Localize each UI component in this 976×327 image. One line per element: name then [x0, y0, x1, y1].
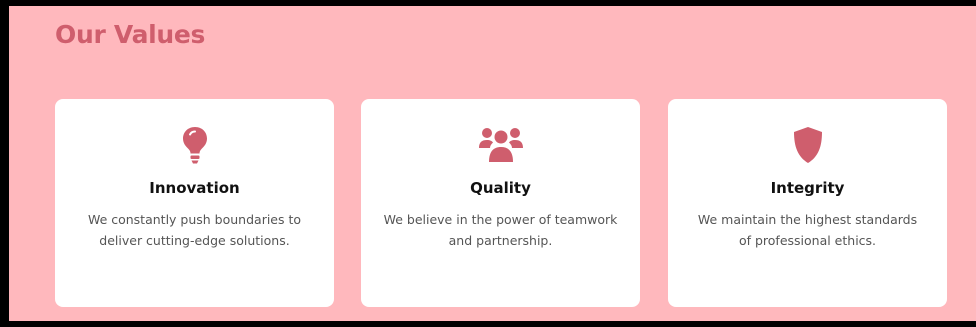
- shield-icon: [793, 127, 822, 163]
- card-title: Quality: [470, 179, 531, 197]
- card-title: Innovation: [149, 179, 240, 197]
- lightbulb-icon: [182, 127, 207, 164]
- value-card-quality: Quality We believe in the power of teamw…: [361, 99, 640, 307]
- values-section: Our Values Innovation We constantly push…: [9, 6, 976, 321]
- card-description: We believe in the power of teamwork and …: [383, 212, 618, 248]
- card-description: We constantly push boundaries to deliver…: [87, 212, 302, 248]
- value-card-innovation: Innovation We constantly push boundaries…: [55, 99, 334, 307]
- users-icon: [478, 128, 523, 162]
- card-description: We maintain the highest standards of pro…: [697, 212, 918, 248]
- value-card-integrity: Integrity We maintain the highest standa…: [668, 99, 947, 307]
- window-frame: Our Values Innovation We constantly push…: [0, 0, 976, 327]
- card-title: Integrity: [770, 179, 845, 197]
- section-title: Our Values: [55, 20, 206, 49]
